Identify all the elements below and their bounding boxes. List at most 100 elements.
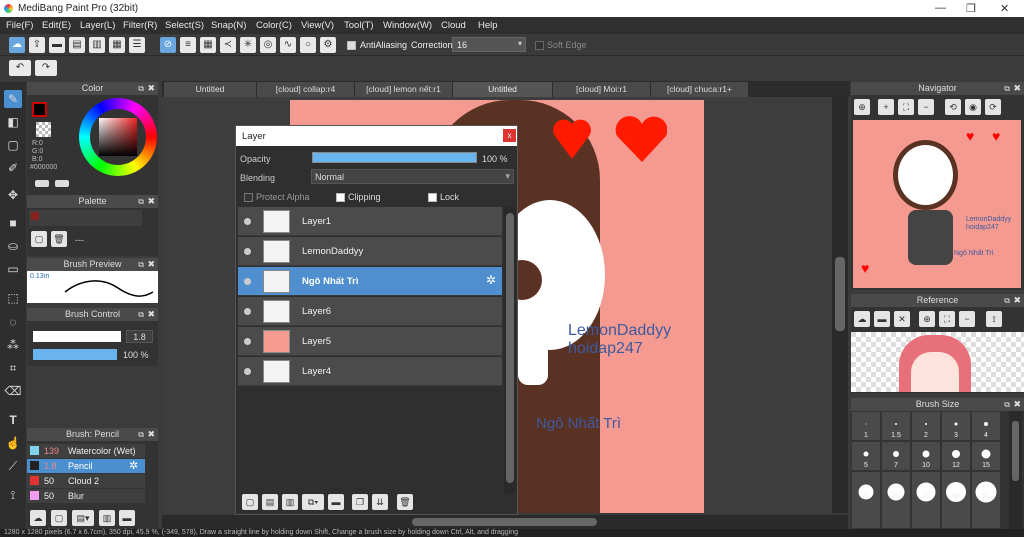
brush-item-watercolor[interactable]: 139 Watercolor (Wet) — [27, 444, 145, 458]
brush-size-25[interactable]: 25 — [881, 471, 911, 529]
document-icon[interactable]: ▤ — [69, 37, 85, 53]
foreground-color-swatch[interactable] — [32, 102, 47, 117]
ellipse-snap-icon[interactable]: ○ — [300, 37, 316, 53]
parallel-snap-icon[interactable]: ≡ — [180, 37, 196, 53]
layer-row-layer6[interactable]: Layer6 — [238, 297, 502, 326]
visibility-icon[interactable] — [244, 338, 251, 345]
fill-shape-icon[interactable]: ■ — [4, 214, 22, 232]
new-palette-icon[interactable]: ▢ — [31, 231, 47, 247]
menu-layer[interactable]: Layer(L) — [80, 20, 115, 31]
popout-icon[interactable]: ⧉ — [138, 82, 144, 95]
vertical-scroll-thumb[interactable] — [835, 257, 845, 331]
tab-collap[interactable]: [cloud] collap:r4 — [257, 82, 355, 97]
brush-size-3[interactable]: 3 — [941, 411, 971, 441]
delete-layer-icon[interactable]: 🗑 — [397, 494, 413, 510]
brush-size-2[interactable]: 2 — [911, 411, 941, 441]
close-panel-icon[interactable]: ✖ — [147, 82, 155, 95]
zoom-icon[interactable]: ⊕ — [919, 311, 935, 327]
brush-item-pencil[interactable]: 1.8 Pencil ✲ — [27, 459, 145, 473]
color-mode-button[interactable] — [35, 180, 49, 187]
layer-window-titlebar[interactable]: Layer x — [236, 126, 517, 146]
background-color-swatch[interactable] — [36, 122, 51, 137]
gear-icon[interactable]: ✲ — [486, 273, 496, 287]
popout-icon[interactable]: ⧉ — [1004, 398, 1010, 411]
divide-tool-icon[interactable]: ⟋ — [4, 457, 22, 475]
hue-wheel[interactable] — [79, 98, 157, 176]
menu-window[interactable]: Window(W) — [383, 20, 432, 31]
minimize-icon[interactable]: — — [935, 2, 946, 14]
layer-row-ngo-nhat-tri[interactable]: Ngô Nhất Trì ✲ — [238, 267, 502, 296]
close-reference-icon[interactable]: ✕ — [894, 311, 910, 327]
eyedropper-icon[interactable]: ⟟ — [4, 486, 22, 504]
brush-size-4[interactable]: 4 — [971, 411, 1001, 441]
new-8bit-layer-icon[interactable]: ▥ — [282, 494, 298, 510]
popout-icon[interactable]: ⧉ — [138, 308, 144, 321]
soft-edge-checkbox[interactable] — [535, 41, 544, 50]
close-panel-icon[interactable]: ✖ — [1013, 294, 1021, 307]
maximize-icon[interactable]: ❐ — [966, 2, 976, 15]
menu-file[interactable]: File(F) — [6, 20, 33, 31]
operation-tool-icon[interactable]: ☝ — [4, 434, 22, 452]
menu-color[interactable]: Color(C) — [256, 20, 292, 31]
tab-untitled-1[interactable]: Untitled — [164, 82, 257, 97]
visibility-icon[interactable] — [244, 308, 251, 315]
copy-brush-icon[interactable]: ▥ — [99, 510, 115, 526]
eraser-tool-icon[interactable]: ◧ — [4, 113, 22, 131]
brush-size-20[interactable]: 20 — [851, 471, 881, 529]
tab-lemon[interactable]: [cloud] lemon nết:r1 — [355, 82, 453, 97]
layer-row-layer5[interactable]: Layer5 — [238, 327, 502, 356]
cloud-icon[interactable]: ☁ — [9, 37, 25, 53]
curve-snap-icon[interactable]: ∿ — [280, 37, 296, 53]
brush-size-1-5[interactable]: 1.5 — [881, 411, 911, 441]
settings-snap-icon[interactable]: ⚙ — [320, 37, 336, 53]
undo-icon[interactable]: ↶ — [9, 60, 31, 76]
close-panel-icon[interactable]: ✖ — [147, 258, 155, 271]
menu-edit[interactable]: Edit(E) — [42, 20, 71, 31]
delete-palette-icon[interactable]: 🗑 — [51, 231, 67, 247]
eyedropper-icon[interactable]: ⟟ — [986, 311, 1002, 327]
popout-icon[interactable]: ⧉ — [138, 428, 144, 441]
brush-size-40[interactable]: 40 — [941, 471, 971, 529]
brush-menu-icon[interactable]: ▤▾ — [72, 510, 94, 526]
reference-image[interactable] — [851, 332, 1024, 392]
close-panel-icon[interactable]: ✖ — [147, 428, 155, 441]
move-tool-icon[interactable]: ✥ — [4, 186, 22, 204]
gear-icon[interactable]: ✲ — [129, 459, 138, 472]
popout-icon[interactable]: ⧉ — [1004, 294, 1010, 307]
brush-opacity-slider[interactable] — [33, 349, 117, 360]
list-view-icon[interactable]: ☰ — [129, 37, 145, 53]
bucket-tool-icon[interactable]: ⛀ — [4, 237, 22, 255]
folder-icon[interactable]: ▬ — [328, 494, 344, 510]
color-swap-button[interactable] — [55, 180, 69, 187]
brush-tool-icon[interactable]: ✎ — [4, 90, 22, 108]
brush-size-5[interactable]: 5 — [851, 441, 881, 471]
visibility-icon[interactable] — [244, 248, 251, 255]
brush-item-blur[interactable]: 50 Blur — [27, 489, 145, 503]
brush-size-15[interactable]: 15 — [971, 441, 1001, 471]
popout-icon[interactable]: ⧉ — [1004, 82, 1010, 95]
lasso-tool-icon[interactable]: ◌ — [4, 313, 22, 331]
menu-help[interactable]: Help — [478, 20, 498, 31]
protect-alpha-checkbox[interactable] — [244, 193, 253, 202]
visibility-icon[interactable] — [244, 218, 251, 225]
visibility-icon[interactable] — [244, 278, 251, 285]
radial-line-icon[interactable]: ≺ — [220, 37, 236, 53]
menu-cloud[interactable]: Cloud — [441, 20, 466, 31]
menu-tool[interactable]: Tool(T) — [344, 20, 374, 31]
tab-moi[interactable]: [cloud] Moi:r1 — [553, 82, 651, 97]
zoom-in-icon[interactable]: + — [878, 99, 894, 115]
close-panel-icon[interactable]: ✖ — [1013, 82, 1021, 95]
select-rect-icon[interactable]: ⬚ — [4, 289, 22, 307]
new-halftone-layer-icon[interactable]: ▤ — [262, 494, 278, 510]
brush-size-slider[interactable] — [33, 331, 121, 342]
close-icon[interactable]: x — [503, 129, 516, 142]
grid-snap-icon[interactable]: ▦ — [200, 37, 216, 53]
canvas-horizontal-scrollbar[interactable] — [162, 515, 848, 529]
navigator-preview[interactable]: ♥ ♥ ♥ LemonDaddyy hoidap247 Ngô Nhất Trì — [853, 120, 1021, 288]
brush-size-value[interactable]: 1.8 — [126, 330, 153, 343]
close-panel-icon[interactable]: ✖ — [147, 308, 155, 321]
brush-size-50[interactable]: 50 — [971, 471, 1001, 529]
correction-select[interactable]: 16 ▾ — [452, 37, 526, 52]
palette-list[interactable] — [29, 210, 142, 226]
zoom-out-icon[interactable]: − — [918, 99, 934, 115]
